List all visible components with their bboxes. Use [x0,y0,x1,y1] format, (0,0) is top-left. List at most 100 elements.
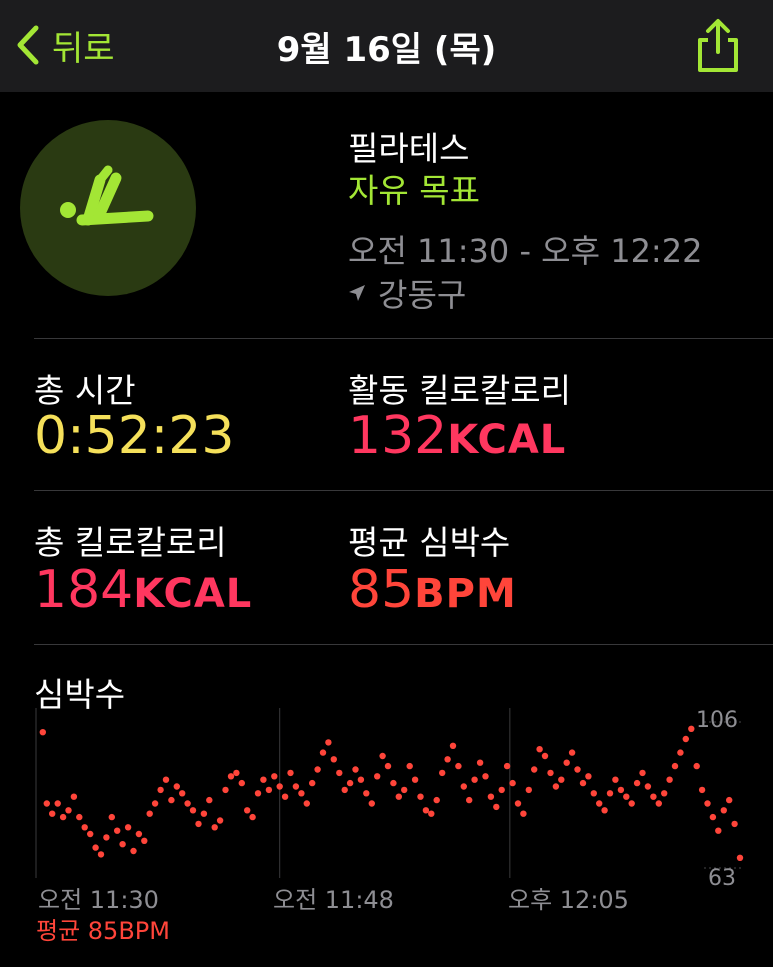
heart-rate-point [612,776,619,783]
heart-rate-point [65,807,72,814]
divider [34,490,773,491]
workout-time-range: 오전 11:30 - 오후 12:22 [348,232,703,270]
heart-rate-point [281,793,289,800]
heart-rate-point [439,769,446,777]
heart-rate-point [119,841,126,848]
divider [34,644,773,645]
x-tick-label: 오전 11:48 [273,886,394,914]
active-kcal-value: 132KCAL [348,406,566,470]
heart-rate-chart [35,708,744,878]
heart-rate-point [650,793,657,800]
heart-rate-point [736,854,744,861]
total-kcal-label: 총 킬로칼로리 [34,523,227,562]
heart-rate-point [173,783,180,790]
heart-rate-point [520,810,527,817]
heart-rate-point [601,807,608,814]
heart-rate-point [503,762,511,770]
heart-rate-point [666,776,673,783]
heart-rate-point [401,786,408,794]
heart-rate-point [265,786,273,794]
heart-rate-point [585,773,592,780]
heart-rate-point [374,773,381,780]
heart-rate-point [292,783,300,790]
heart-rate-point [200,810,208,817]
x-tick-label: 오전 11:30 [38,886,159,914]
pilates-figure-icon [60,165,154,226]
heart-rate-point [43,800,50,807]
heart-rate-point [568,749,576,756]
heart-rate-point [216,817,224,824]
workout-type-badge [20,120,196,296]
heart-rate-point [189,807,197,814]
heart-rate-point [682,735,689,743]
heart-rate-point [541,752,549,760]
heart-rate-point [108,813,116,821]
total-time-label: 총 시간 [34,371,136,410]
heart-rate-point [233,769,240,777]
share-button[interactable] [692,18,744,74]
heart-rate-point [661,790,668,797]
heart-rate-point [466,796,473,804]
heart-rate-point [411,776,419,783]
total-time-number: 0:52:23 [34,406,235,466]
heart-rate-point [606,790,614,797]
heart-rate-point [222,786,229,794]
heart-rate-point [579,779,587,787]
heart-rate-point [547,769,554,777]
heart-rate-point [482,773,489,780]
active-kcal-unit: KCAL [447,417,567,463]
total-kcal-number: 184 [34,560,134,620]
heart-rate-point [476,759,484,766]
avg-hr-unit: BPM [414,571,517,617]
heart-rate-point [379,752,386,760]
share-icon [698,19,738,72]
total-kcal-unit: KCAL [133,571,253,617]
heart-rate-point [287,769,294,777]
heart-rate-point [509,779,516,787]
heart-rate-point [574,766,581,773]
heart-rate-point [623,793,630,800]
heart-rate-point [141,837,148,844]
x-tick-label: 오후 12:05 [508,886,629,914]
heart-rate-point [54,800,61,807]
workout-location: 강동구 [348,270,466,316]
heart-rate-point [303,800,310,807]
heart-rate-point [715,827,722,834]
heart-rate-point [130,847,137,855]
heart-rate-point [59,813,67,821]
heart-rate-point [449,742,457,749]
heart-rate-point [558,776,565,783]
heart-rate-point [628,800,635,807]
heart-rate-point [671,762,679,770]
heart-rate-point [325,739,332,746]
heart-rate-point [211,824,218,831]
avg-hr-value: 85BPM [348,560,517,624]
heart-rate-point [168,796,175,804]
heart-rate-point [162,776,170,783]
heart-rate-point [330,756,337,763]
heart-rate-point [688,725,695,732]
heart-rate-point [39,729,46,736]
heart-rate-point [471,776,478,783]
navigation-bar: 뒤로 9월 16일 (목) [0,0,773,92]
heart-rate-point [617,786,625,794]
heart-rate-point [276,783,283,790]
location-arrow-icon [349,285,365,301]
heart-rate-point [596,800,603,807]
workout-goal: 자유 목표 [348,171,480,210]
heart-rate-point [249,813,256,821]
heart-rate-point [336,769,343,777]
heart-rate-point [244,807,251,814]
heart-rate-point [406,762,413,770]
heart-rate-point [184,800,191,807]
heart-rate-point [704,800,711,807]
heart-rate-point [357,776,365,783]
heart-rate-point [271,773,278,780]
heart-rate-point [655,800,662,807]
heart-rate-point [536,746,543,753]
heart-rate-point [422,807,430,814]
heart-rate-point [390,779,397,787]
heart-rate-point [157,786,164,794]
page-title: 9월 16일 (목) [276,30,497,70]
heart-rate-point [114,827,121,834]
